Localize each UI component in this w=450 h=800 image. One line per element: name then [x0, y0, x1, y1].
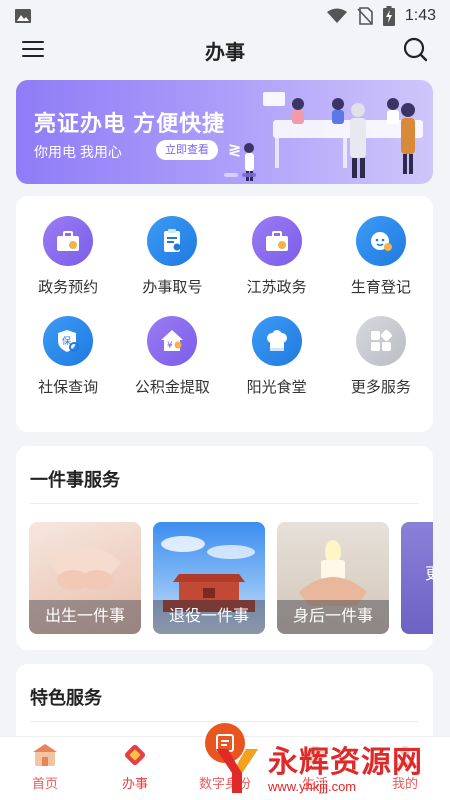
watermark-url: www.yhkjjj.com: [268, 779, 357, 794]
status-bar: 1:43: [0, 0, 450, 32]
service-label: 阳光食堂: [246, 379, 307, 396]
service-label: 公积金提取: [134, 379, 210, 396]
one-thing-more[interactable]: 更: [401, 522, 433, 634]
banner-headline: 亮证办电 方便快捷: [34, 111, 226, 136]
service-government-appointment[interactable]: 政务预约: [16, 216, 120, 316]
tab-affairs[interactable]: 办事: [90, 737, 180, 800]
grid-icon: [355, 316, 406, 366]
promo-banner[interactable]: 亮证办电 方便快捷 你用电 我用心 立即查看 ≷: [16, 80, 433, 184]
briefcase-icon: [43, 216, 94, 266]
one-thing-veteran[interactable]: 退役一件事: [153, 522, 265, 634]
app-header: 办事: [0, 32, 450, 68]
wifi-icon: [326, 8, 347, 23]
service-housing-fund[interactable]: ¥ 公积金提取: [120, 316, 224, 416]
watermark-logo-icon: [216, 749, 258, 793]
section-title: 一件事服务: [30, 470, 120, 490]
banner-subline: 你用电 我用心: [34, 144, 122, 160]
service-jiangsu-government[interactable]: 江苏政务: [225, 216, 329, 316]
shield-search-icon: 保: [43, 316, 94, 366]
image-notification-icon: [15, 9, 31, 23]
banner-pager: [224, 173, 256, 177]
svg-text:¥: ¥: [167, 341, 173, 351]
thumb-caption: 退役一件事: [153, 600, 265, 634]
section-title: 特色服务: [30, 688, 102, 708]
one-thing-service-card: 一件事服务 出生一件事 退役一件事 身后一件事: [16, 446, 433, 650]
thumb-caption-partial: 更: [425, 560, 433, 584]
service-more[interactable]: 更多服务: [329, 316, 433, 416]
pager-dot: [224, 173, 238, 177]
service-social-security-query[interactable]: 保 社保查询: [16, 316, 120, 416]
divider: [30, 503, 419, 504]
service-label: 社保查询: [38, 379, 99, 396]
thumb-caption: 出生一件事: [29, 600, 141, 634]
service-take-number[interactable]: 办事取号: [120, 216, 224, 316]
status-time: 1:43: [404, 7, 436, 24]
one-thing-posthumous[interactable]: 身后一件事: [277, 522, 389, 634]
one-thing-birth[interactable]: 出生一件事: [29, 522, 141, 634]
baby-icon: [355, 216, 406, 266]
page-title: 办事: [205, 41, 245, 64]
service-label: 江苏政务: [246, 279, 307, 296]
clipboard-icon: [147, 216, 198, 266]
home-icon: [33, 744, 57, 766]
menu-icon[interactable]: [22, 38, 44, 60]
diamond-icon: [124, 744, 146, 766]
service-sunshine-canteen[interactable]: 阳光食堂: [225, 316, 329, 416]
house-yuan-icon: ¥: [147, 316, 198, 366]
service-label: 更多服务: [350, 379, 411, 396]
briefcase-icon: [251, 216, 302, 266]
tab-label: 首页: [31, 776, 58, 791]
watermark: 永辉资源网 www.yhkjjj.com: [210, 740, 450, 800]
no-sim-icon: [357, 7, 373, 25]
tab-home[interactable]: 首页: [0, 737, 90, 800]
services-card: 政务预约 办事取号 江苏政务 生育登记 保 社保查询 ¥ 公积金提取 阳光食堂 …: [16, 196, 433, 432]
pager-dot-active: [242, 173, 256, 177]
service-label: 政务预约: [38, 279, 99, 296]
search-icon[interactable]: [402, 36, 428, 62]
service-hall-illustration: [244, 92, 423, 181]
watermark-title: 永辉资源网: [268, 746, 423, 779]
battery-charging-icon: [382, 6, 395, 26]
chef-hat-icon: [251, 316, 302, 366]
thumb-caption: 身后一件事: [277, 600, 389, 634]
service-label: 办事取号: [142, 279, 203, 296]
banner-cta-button[interactable]: 立即查看: [156, 140, 218, 160]
service-birth-registration[interactable]: 生育登记: [329, 216, 433, 316]
divider: [30, 721, 419, 722]
tab-label: 办事: [121, 776, 148, 791]
service-label: 生育登记: [350, 279, 411, 296]
